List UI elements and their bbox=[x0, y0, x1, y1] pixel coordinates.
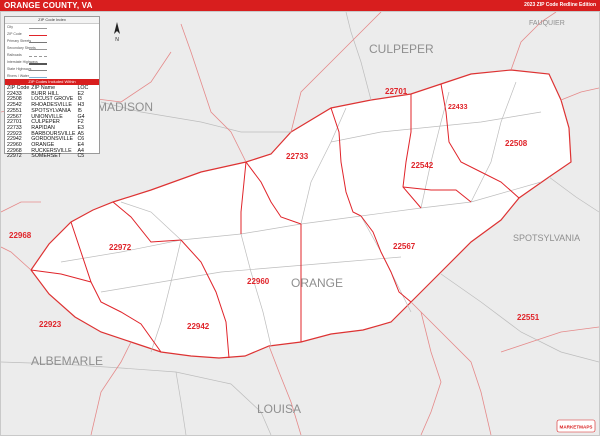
neighbor-label-spotsylvania: SPOTSYLVANIA bbox=[513, 233, 581, 243]
legend-title: ZIP Code Index bbox=[5, 17, 99, 24]
zip-label: 22551 bbox=[517, 313, 540, 322]
title-bar: ORANGE COUNTY, VA 2023 ZIP Code Redline … bbox=[0, 0, 600, 11]
zip-label: 22508 bbox=[505, 139, 528, 148]
zip-table-row: 22972 SOMERSET C5 bbox=[7, 154, 90, 160]
zip-name-cell: SOMERSET bbox=[31, 153, 62, 160]
county-label-orange: ORANGE bbox=[291, 276, 344, 290]
legend-row: Primary Streets bbox=[7, 39, 95, 46]
logo-text: MARKETMAPS bbox=[560, 425, 593, 430]
edition-label: 2023 ZIP Code Redline Edition bbox=[524, 2, 596, 8]
logo-mark: MARKETMAPS bbox=[556, 419, 596, 433]
legend-row: City bbox=[7, 25, 95, 32]
publisher-logo: MARKETMAPS bbox=[556, 418, 596, 434]
zip-label: 22968 bbox=[9, 231, 32, 240]
zip-code-cell: 22972 bbox=[7, 153, 22, 160]
legend-row: Secondary Streets bbox=[7, 46, 95, 53]
zip-label: 22942 bbox=[187, 322, 210, 331]
neighbor-label-culpeper: CULPEPER bbox=[369, 42, 434, 56]
north-arrow: N bbox=[114, 22, 120, 42]
loc-cell: C5 bbox=[77, 153, 85, 160]
neighbor-label-fauquier: FAUQUIER bbox=[529, 20, 565, 27]
legend-row: ZIP Code bbox=[7, 32, 95, 39]
map-title: ORANGE COUNTY, VA bbox=[4, 1, 93, 10]
north-label: N bbox=[115, 37, 119, 42]
legend-panel: ZIP Code Index City ZIP Code Primary Str… bbox=[4, 16, 100, 159]
zip-label: 22433 bbox=[448, 104, 468, 111]
neighbor-label-madison: MADISON bbox=[97, 100, 154, 114]
zip-label: 22733 bbox=[286, 152, 309, 161]
zip-label: 22972 bbox=[109, 243, 132, 252]
legend-row: State Highways bbox=[7, 67, 95, 74]
legend-row: Interstate Highways bbox=[7, 60, 95, 67]
zip-label: 22923 bbox=[39, 320, 62, 329]
zip-label: 22960 bbox=[247, 277, 270, 286]
legend-symbol-list: City ZIP Code Primary Streets Secondary … bbox=[7, 25, 95, 81]
legend-row: Railroads bbox=[7, 53, 95, 60]
zip-label: 22567 bbox=[393, 242, 416, 251]
neighbor-label-albemarle: ALBEMARLE bbox=[31, 354, 104, 368]
zip-label: 22542 bbox=[411, 161, 434, 170]
zip-table: ZIP Code ZIP Name LOC 22433 BURR HILL E2 22… bbox=[7, 85, 90, 160]
zip-label: 22701 bbox=[385, 87, 408, 96]
neighbor-label-louisa: LOUISA bbox=[257, 402, 302, 416]
